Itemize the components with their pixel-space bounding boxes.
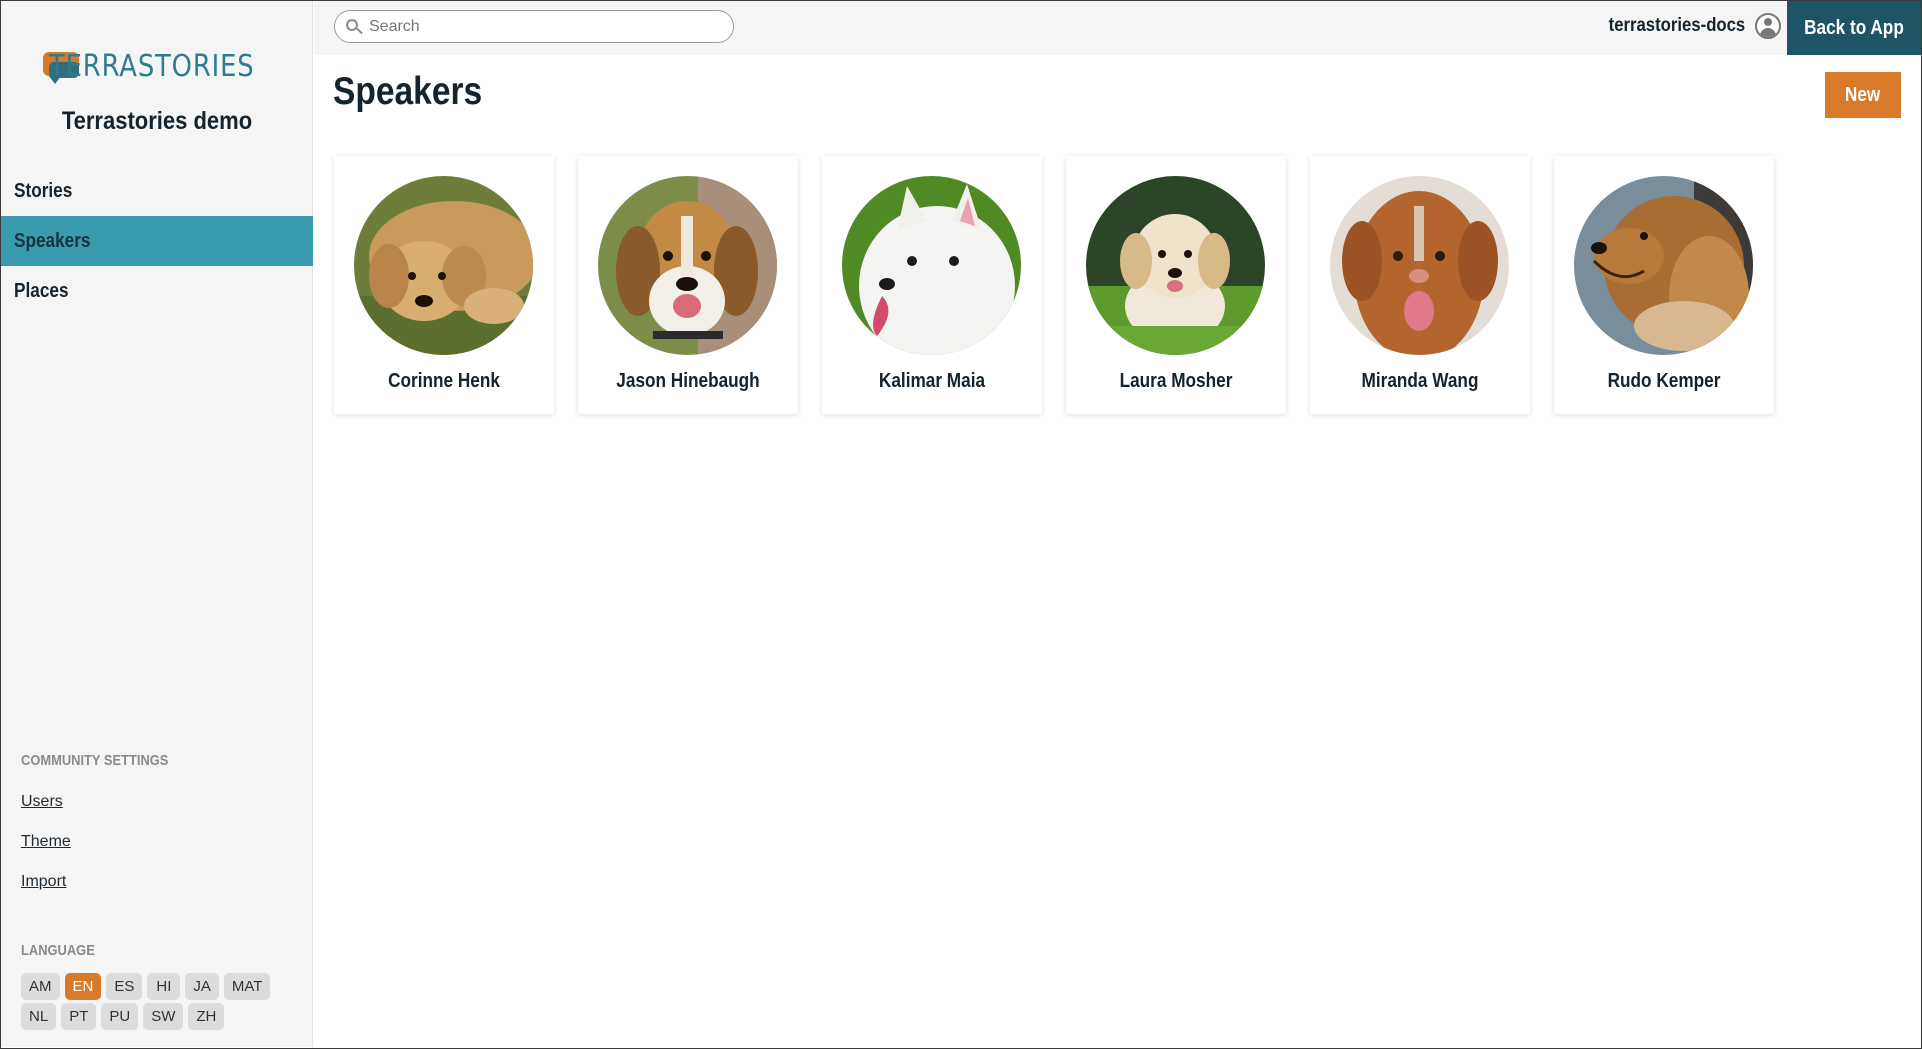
sidebar: TERRASTORIES Terrastories demo Stories S… (1, 1, 313, 1047)
nav-item-speakers[interactable]: Speakers (1, 216, 313, 266)
speaker-name: Miranda Wang (1361, 370, 1479, 392)
speaker-list: Corinne Henk Jason Hinebaugh Kalimar Mai… (334, 156, 1774, 414)
lang-button-pu[interactable]: PU (101, 1003, 139, 1030)
lang-button-ja[interactable]: JA (185, 973, 219, 1000)
speaker-photo (598, 176, 777, 355)
speaker-name: Rudo Kemper (1607, 370, 1721, 392)
search-icon (345, 18, 363, 36)
lang-button-hi[interactable]: HI (147, 973, 181, 1000)
lang-button-am[interactable]: AM (21, 973, 60, 1000)
search-input[interactable] (369, 17, 719, 36)
site-name: Terrastories demo (61, 107, 253, 135)
lang-button-en[interactable]: EN (64, 973, 102, 1000)
speaker-name: Kalimar Maia (878, 370, 986, 392)
language-switcher: AM EN ES HI JA MAT NL PT PU SW ZH (21, 973, 301, 1033)
speaker-photo (842, 176, 1021, 355)
speaker-card[interactable]: Laura Mosher (1066, 156, 1286, 414)
speaker-name: Laura Mosher (1119, 370, 1233, 392)
speaker-photo (354, 176, 533, 355)
nav-item-stories[interactable]: Stories (1, 166, 313, 216)
top-bar: terrastories-docs Back to App (314, 1, 1921, 55)
lang-button-zh[interactable]: ZH (188, 1003, 225, 1030)
speaker-card[interactable]: Rudo Kemper (1554, 156, 1774, 414)
speaker-name: Jason Hinebaugh (616, 370, 760, 392)
speaker-card[interactable]: Jason Hinebaugh (578, 156, 798, 414)
speaker-name: Corinne Henk (388, 370, 500, 392)
community-settings-heading: COMMUNITY SETTINGS (21, 752, 169, 769)
nav-item-places[interactable]: Places (1, 266, 313, 316)
search-box[interactable] (334, 10, 734, 43)
speaker-photo (1574, 176, 1753, 355)
speaker-card[interactable]: Kalimar Maia (822, 156, 1042, 414)
speaker-card[interactable]: Corinne Henk (334, 156, 554, 414)
username: terrastories-docs (1608, 15, 1745, 36)
speaker-card[interactable]: Miranda Wang (1310, 156, 1530, 414)
speaker-photo (1086, 176, 1265, 355)
lang-button-sw[interactable]: SW (143, 1003, 184, 1030)
new-speaker-button[interactable]: New (1825, 72, 1901, 118)
settings-link-users[interactable]: Users (21, 793, 63, 811)
lang-button-nl[interactable]: NL (21, 1003, 57, 1030)
main-nav: Stories Speakers Places (1, 166, 313, 316)
user-avatar-icon[interactable] (1755, 13, 1781, 39)
language-heading: LANGUAGE (21, 942, 95, 959)
back-to-app-button[interactable]: Back to App (1787, 1, 1921, 55)
lang-button-pt[interactable]: PT (61, 1003, 97, 1030)
settings-link-import[interactable]: Import (21, 873, 66, 891)
page-title: Speakers (333, 70, 483, 113)
speaker-photo (1330, 176, 1509, 355)
user-menu[interactable]: terrastories-docs (1590, 13, 1781, 39)
logo-text: TERRASTORIES (49, 48, 255, 84)
settings-link-theme[interactable]: Theme (21, 833, 71, 851)
lang-button-mat[interactable]: MAT (223, 973, 271, 1000)
terrastories-logo[interactable]: TERRASTORIES (43, 45, 273, 87)
lang-button-es[interactable]: ES (106, 973, 143, 1000)
